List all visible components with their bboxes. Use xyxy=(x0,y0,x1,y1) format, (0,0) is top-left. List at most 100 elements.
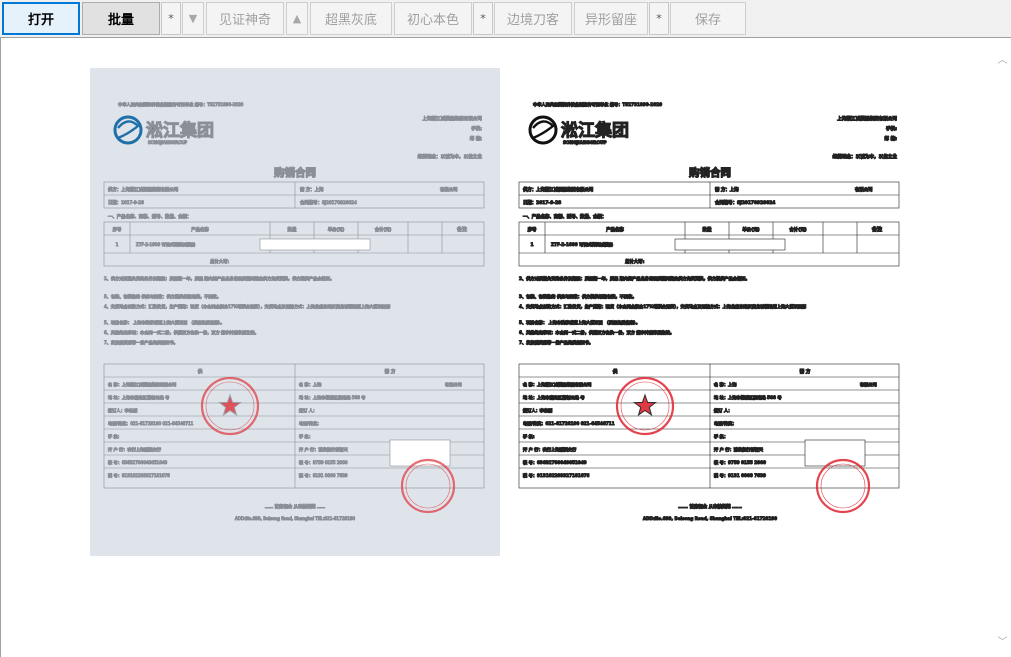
doc-date: 日期：2017-9-28 xyxy=(108,200,144,206)
doc-supplier: 供方：上海淞江减震器集团有限公司 xyxy=(522,186,593,193)
doc-col_remark: 备注 xyxy=(871,226,882,233)
doc-d_account: 帐 号：9759 0155 2000 xyxy=(299,459,348,466)
scroll-up-icon[interactable]: ︿ xyxy=(994,50,1011,67)
doc-row_product: ZTF-2-1600 可调式弹簧减震器 xyxy=(136,241,196,248)
doc-term4: 4、交货地点付款方式：汇款发货，生产周期：现货（本合同金额含17%增票含运费），… xyxy=(104,303,390,310)
toolbar: 打开 批量 * ▼ 见证神奇 ▲ 超黑灰底 初心本色 * 边境刀客 异形留座 *… xyxy=(0,0,1011,37)
witness-button[interactable]: 见证神奇 xyxy=(206,2,284,35)
doc-d_mobile: 手 机： xyxy=(714,433,728,440)
doc-buyer_label: 需 方：上海 xyxy=(715,186,739,193)
doc-logo-cn: 淞江集团 xyxy=(561,120,629,141)
doc-d_account: 帐 号：9759 0155 2000 xyxy=(714,459,766,466)
doc-company_header: 上海淞江减震器集团有限公司 xyxy=(837,115,897,122)
irregular-margin-button[interactable]: 异形留座 xyxy=(574,2,648,35)
doc-d_tax: 税 号：9131 0000 7639 xyxy=(714,472,766,479)
open-button[interactable]: 打开 xyxy=(2,2,80,35)
doc-term6: 6、其他约定事项：本合同一式二份，供需双方各执一份，双方 签字并盖章后生效。 xyxy=(104,329,259,336)
doc-logo-cn: 淞江集团 xyxy=(146,120,214,141)
doc-contract_no: 合同编号：SJ20170928024 xyxy=(715,199,775,206)
doc-col_qty: 数量 xyxy=(703,226,712,233)
table-cell xyxy=(259,238,371,251)
star-toggle-1[interactable]: * xyxy=(161,2,181,35)
doc-buyer_suffix: 有限公司 xyxy=(855,186,873,193)
doc-col_price: 单价(元) xyxy=(742,226,759,233)
doc-s_tax: 税 号：913102203327181076 xyxy=(523,472,590,479)
doc-contract_no: 合同编号：SJ20170928024 xyxy=(300,199,357,206)
original-scan: 中华人民共和国特种设备制造许可证单位 编号：TS2731890-2020 淞江集团… xyxy=(90,68,500,556)
doc-d_bank: 开 户 行：浦发银行创智天 xyxy=(299,446,349,453)
contract-body: 中华人民共和国特种设备制造许可证单位 编号：TS2731890-2020 淞江集团… xyxy=(104,101,485,522)
stamp-inner-ring xyxy=(820,463,866,509)
doc-d_signer: 签订 人： xyxy=(713,407,732,414)
super-black-gray-button[interactable]: 超黑灰底 xyxy=(310,2,392,35)
doc-party_supply: 供 xyxy=(612,368,618,375)
doc-col_name: 产品名称 xyxy=(191,226,209,233)
doc-s_tax: 税 号：913102203327181076 xyxy=(108,472,170,479)
doc-s_addr: 地 址：上海市嘉定区曹新公路 号 xyxy=(523,394,585,401)
doc-term4: 4、交货地点付款方式：汇款发货，生产周期：现货（本合同金额含17%增票含运费），… xyxy=(519,303,807,310)
doc-col_no: 序号 xyxy=(528,226,537,233)
doc-term7: 7、发放随货附带一份产品的质保证书。 xyxy=(519,339,593,346)
doc-s_bank: 开 户 行：农行上海酬溪支行 xyxy=(108,446,161,453)
doc-col_name: 产品名称 xyxy=(606,226,624,233)
doc-sum_caps: 总计大写: xyxy=(210,258,229,265)
doc-party_supply: 供 xyxy=(198,368,203,375)
doc-col_total: 合计(元) xyxy=(789,226,806,233)
down-arrow-icon[interactable]: ▼ xyxy=(182,2,204,35)
doc-term3: 3、包装、包装物的 供应与回收：供方提供纸箱包装，不回收。 xyxy=(519,293,636,300)
doc-d_name: 名 称：上海 xyxy=(299,381,322,388)
doc-s_addr: 地 址：上海市嘉定区曹新公路 号 xyxy=(108,394,169,401)
doc-d_tel: 电话/传真： xyxy=(714,420,736,427)
doc-footer2: ADD:No.699, Beisong Road, Shanghai TEL:0… xyxy=(235,516,356,521)
doc-section1: 一、产品名称、商标、型号、数量、金额： xyxy=(108,213,191,220)
doc-supplier: 供方：上海淞江减震器集团有限公司 xyxy=(108,186,178,193)
doc-s_bank: 开 户 行：农行上海酬溪支行 xyxy=(523,446,577,453)
star-toggle-2[interactable]: * xyxy=(473,2,493,35)
doc-term3: 3、包装、包装物的 供应与回收：供方提供纸箱包装，不回收。 xyxy=(104,293,221,300)
original-color-button[interactable]: 初心本色 xyxy=(394,2,472,35)
doc-d_addr: 地 址：上海市杨浦区殷路路 588 号 xyxy=(714,394,782,401)
doc-buyer_suffix: 有限公司 xyxy=(440,186,458,193)
doc-logo-en: SONGJIANGGROUP xyxy=(148,140,188,145)
doc-col_no: 序号 xyxy=(113,226,122,233)
doc-row_product: ZTF-2-1600 可调式弹簧减震器 xyxy=(551,241,613,248)
save-button[interactable]: 保存 xyxy=(670,2,746,35)
doc-term7: 7、发放随货附带一份产品的质保证书。 xyxy=(104,339,178,346)
up-arrow-icon[interactable]: ▲ xyxy=(286,2,308,35)
doc-s_tel: 电话/传真：021-61728190 021-64546711 xyxy=(108,420,194,427)
doc-term2: 2、供方对质量负责的条件及期限：质保期一年，质保 期内如产品自身出现质量问题由供… xyxy=(519,275,750,282)
vertical-scrollbar[interactable]: ︿ ﹀ xyxy=(994,38,1011,657)
doc-footer1: ...... 首席佣金 从未被超越 ...... xyxy=(678,503,742,510)
doc-sum_caps: 总计大写: xyxy=(625,258,645,265)
doc-logo-en: SONGJIANGGROUP xyxy=(563,140,607,145)
doc-motto: 经营理念：以诚为本，以信立业 xyxy=(418,153,483,160)
doc-term6: 6、其他约定事项：本合同一式二份，供需双方各执一份，双方 签字并盖章后生效。 xyxy=(519,329,674,336)
doc-s_signer: 签订人：李东刚 xyxy=(108,407,137,414)
doc-section1: 一、产品名称、商标、型号、数量、金额： xyxy=(523,213,606,220)
doc-post_label: 邮 箱: xyxy=(470,135,483,142)
doc-d_bank: 开 户 行：浦发银行创智天 xyxy=(714,446,764,453)
doc-term5: 5、项目名称： 上海市陆家嘴道上海大厦项目 （质保售后备案）。 xyxy=(104,319,224,326)
processed-scan: 中华人民共和国特种设备制造许可证单位 编号：TS2731890-2020 淞江集团… xyxy=(505,68,915,556)
doc-motto: 经营理念：以诚为本，以信立业 xyxy=(833,153,898,160)
doc-party_demand: 需 方 xyxy=(385,368,396,375)
doc-d_signer: 签订 人： xyxy=(299,407,317,413)
doc-phone_label: 手机: xyxy=(471,125,482,132)
doc-title: 购销合同 xyxy=(274,166,316,179)
doc-row_no: 1 xyxy=(530,242,533,248)
stamp-star-icon xyxy=(218,393,242,417)
scan-document-original: 中华人民共和国特种设备制造许可证单位 编号：TS2731890-2020 淞江集团… xyxy=(104,101,485,522)
doc-d_suffix: 有限公司 xyxy=(860,381,877,388)
star-toggle-3[interactable]: * xyxy=(649,2,669,35)
scroll-down-icon[interactable]: ﹀ xyxy=(994,632,1011,649)
scan-document-processed: 中华人民共和国特种设备制造许可证单位 编号：TS2731890-2020 淞江集团… xyxy=(519,101,900,522)
doc-s_signer: 签订人：李东刚 xyxy=(522,407,552,414)
doc-footer1: ...... 首席佣金 从未被超越 ...... xyxy=(265,503,325,510)
doc-row_no: 1 xyxy=(116,242,119,248)
doc-d_tel: 电话/传真： xyxy=(299,420,321,427)
doc-s_name: 名 称：上海淞江减震器集团有限公司 xyxy=(108,381,176,388)
doc-col_total: 合计(元) xyxy=(375,226,392,233)
batch-button[interactable]: 批量 xyxy=(82,2,160,35)
doc-s_mobile: 手 机: xyxy=(523,433,535,440)
edge-knife-button[interactable]: 边境刀客 xyxy=(494,2,572,35)
